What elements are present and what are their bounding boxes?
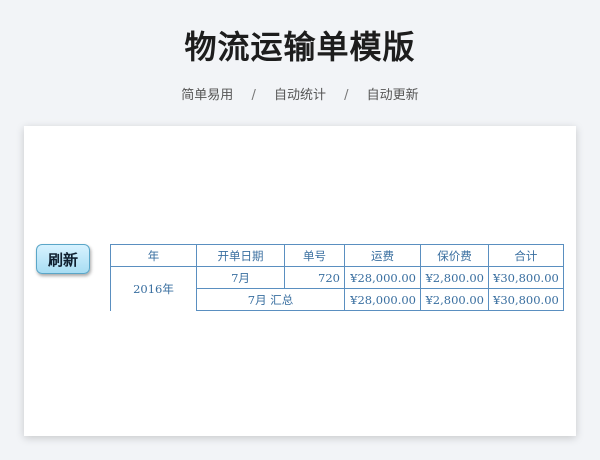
insurance-cell: ¥2,800.00 [420,266,489,289]
tag-auto-stats: 自动统计 [273,88,326,103]
spreadsheet-card: 刷新 年 开单日期 单号 运费 保价费 合计 2016年 7月 720 ¥28,… [24,126,576,436]
refresh-button[interactable]: 刷新 [36,244,90,274]
tag-separator: / [251,88,256,103]
freight-cell: ¥28,000.00 [344,266,421,289]
page-title: 物流运输单模版 [184,28,416,66]
col-header-year: 年 [110,244,197,267]
col-header-date: 开单日期 [196,244,285,267]
pivot-table: 年 开单日期 单号 运费 保价费 合计 2016年 7月 720 ¥28,000… [110,244,564,311]
col-header-total: 合计 [488,244,564,267]
subtotal-freight: ¥28,000.00 [344,288,421,311]
subtotal-total: ¥30,800.00 [488,288,564,311]
tag-separator: / [344,88,349,103]
tag-easy: 简单易用 [181,88,234,103]
col-header-order-no: 单号 [284,244,345,267]
col-header-insurance: 保价费 [420,244,489,267]
table-header-row: 年 开单日期 单号 运费 保价费 合计 [110,244,564,267]
subtotal-label: 7月 汇总 [196,288,345,311]
table-row: 2016年 7月 720 ¥28,000.00 ¥2,800.00 ¥30,80… [110,266,564,311]
col-header-freight: 运费 [344,244,421,267]
total-cell: ¥30,800.00 [488,266,564,289]
subtotal-insurance: ¥2,800.00 [420,288,489,311]
month-cell: 7月 [196,266,285,289]
order-no-cell: 720 [284,266,345,289]
feature-tags: 简单易用 / 自动统计 / 自动更新 [0,84,600,103]
year-cell: 2016年 [110,266,197,311]
tag-auto-update: 自动更新 [366,88,419,103]
